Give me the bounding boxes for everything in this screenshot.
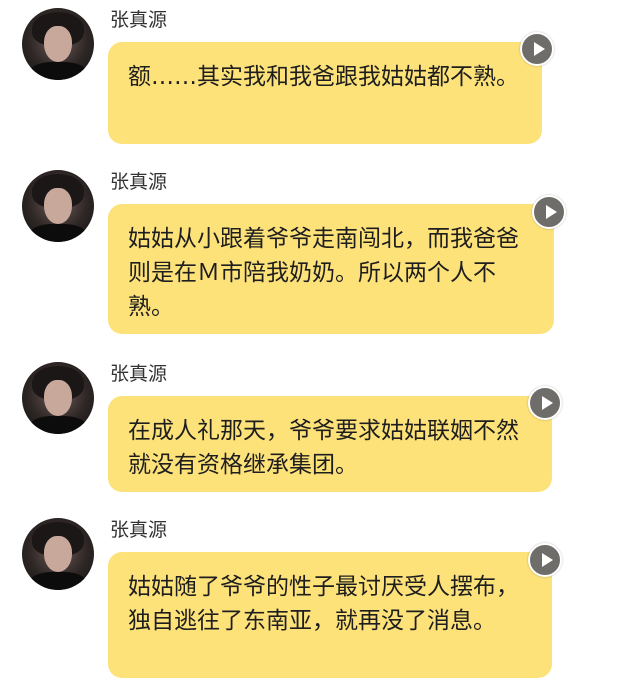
avatar[interactable] (22, 518, 94, 590)
sender-name: 张真源 (110, 171, 168, 193)
message-bubble[interactable]: 在成人礼那天，爷爷要求姑姑联姻不然就没有资格继承集团。 (108, 396, 552, 492)
message-bubble[interactable]: 姑姑随了爷爷的性子最讨厌受人摆布，独自逃往了东南亚，就再没了消息。 (108, 552, 552, 678)
avatar[interactable] (22, 8, 94, 80)
play-icon[interactable] (528, 386, 562, 420)
play-icon[interactable] (532, 195, 566, 229)
avatar[interactable] (22, 170, 94, 242)
play-icon[interactable] (528, 543, 562, 577)
avatar[interactable] (22, 362, 94, 434)
message-bubble[interactable]: 姑姑从小跟着爷爷走南闯北，而我爸爸则是在Ｍ市陪我奶奶。所以两个人不熟。 (108, 204, 554, 334)
sender-name: 张真源 (110, 363, 168, 385)
message-text: 姑姑从小跟着爷爷走南闯北，而我爸爸则是在Ｍ市陪我奶奶。所以两个人不熟。 (128, 226, 519, 320)
sender-name: 张真源 (110, 519, 168, 541)
play-icon[interactable] (520, 32, 554, 66)
message-bubble[interactable]: 额……其实我和我爸跟我姑姑都不熟。 (108, 42, 542, 144)
message-text: 在成人礼那天，爷爷要求姑姑联姻不然就没有资格继承集团。 (128, 418, 519, 478)
message-text: 额……其实我和我爸跟我姑姑都不熟。 (128, 64, 519, 90)
sender-name: 张真源 (110, 9, 168, 31)
message-text: 姑姑随了爷爷的性子最讨厌受人摆布，独自逃往了东南亚，就再没了消息。 (128, 574, 519, 634)
